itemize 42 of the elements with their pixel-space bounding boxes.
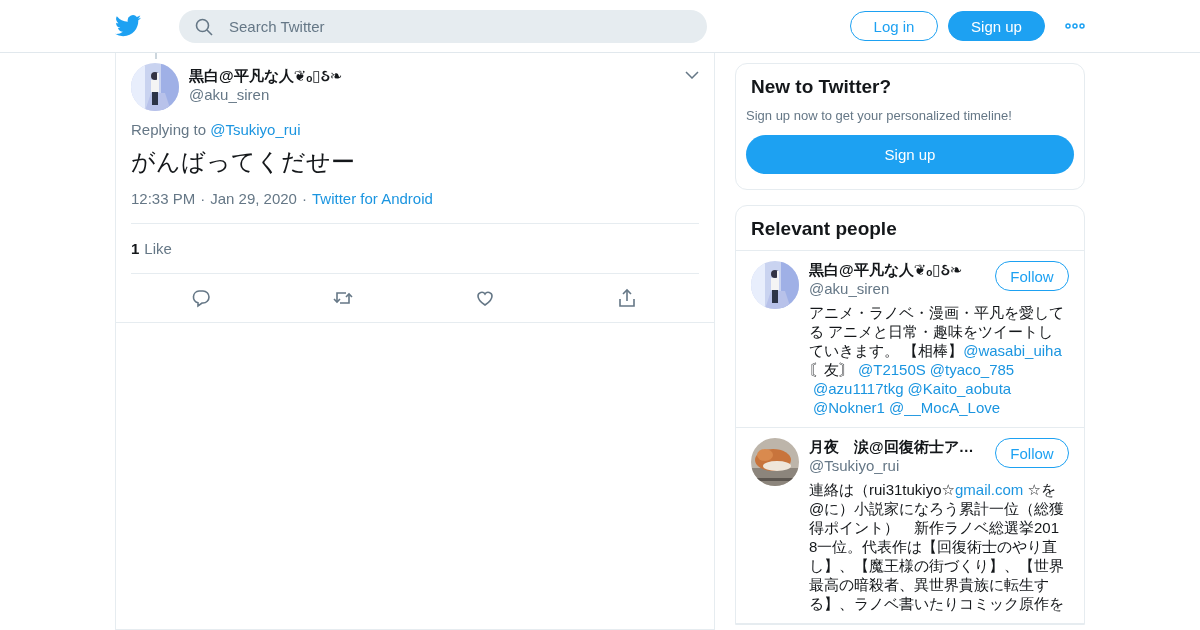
like-icon[interactable] xyxy=(475,288,495,308)
mention-link[interactable]: @T2150S xyxy=(858,361,926,378)
section-title: Relevant people xyxy=(736,206,1084,251)
mention-link[interactable]: @tyaco_785 xyxy=(929,361,1015,378)
mention-link[interactable]: gmail.com xyxy=(955,481,1024,498)
tweet-date: Jan 29, 2020 xyxy=(210,190,297,207)
mention-link[interactable]: @Kaito_aobuta xyxy=(907,380,1012,397)
search-field[interactable]: Search Twitter xyxy=(179,9,707,43)
login-button[interactable]: Log in xyxy=(850,11,938,41)
share-icon[interactable] xyxy=(617,288,637,308)
replying-label: Replying to xyxy=(131,121,207,138)
mention-link[interactable]: @Tsukiyo_rui xyxy=(210,121,301,138)
card-subtitle: Sign up now to get your personalized timeline! xyxy=(746,108,1013,123)
mention-link[interactable]: @Nokner1 xyxy=(813,399,885,416)
display-name[interactable]: 月夜 涙@回復術士ア… xyxy=(809,438,987,456)
user-bio: アニメ・ラノベ・漫画・平凡を愛してる アニメと日常・趣味をツイートしていきます。 【相棒】@wasabi_uiha 〘友〙 @T2150S @tyaco_785 @azu1117tkg @Kaito_aobuta @Nokner1 @__MocA_Love xyxy=(809,303,1065,417)
user-handle: @aku_siren xyxy=(809,279,891,298)
signup-button[interactable]: Sign up xyxy=(746,135,1074,174)
card-title: New to Twitter? xyxy=(751,76,893,98)
signup-button[interactable]: Sign up xyxy=(948,11,1045,41)
follow-button[interactable]: Follow xyxy=(995,438,1069,468)
user-handle: @Tsukiyo_rui xyxy=(809,456,901,475)
source-link[interactable]: Twitter for Android xyxy=(311,190,433,207)
tweet-time[interactable]: 12:33 PM xyxy=(131,190,196,207)
like-label[interactable]: Like xyxy=(144,240,172,257)
separator-dot: · xyxy=(301,190,307,207)
like-count[interactable]: 1 xyxy=(131,240,140,257)
reply-icon[interactable] xyxy=(191,288,211,308)
mention-link[interactable]: @wasabi_uiha xyxy=(963,342,1062,359)
display-name[interactable]: 黒白@平凡な人❦ₒ▯ઠ❧ xyxy=(189,66,675,86)
follow-button[interactable]: Follow xyxy=(995,261,1069,291)
user-handle: @aku_siren xyxy=(189,86,271,104)
display-name[interactable]: 黒白@平凡な人❦ₒ▯ઠ❧ xyxy=(809,261,987,279)
bird-logo-icon[interactable] xyxy=(115,15,141,37)
tweet-text: がんばってくだせー xyxy=(131,147,356,177)
separator-dot: · xyxy=(200,190,206,207)
user-bio: 連絡は（rui31tukiyo☆gmail.com ☆を@に）小説家になろう累計一位（総獲得ポイント） 新作ラノベ総選挙2018一位。代表作は【回復術士のやり直し】、【魔王様の街づくり】、【世界最高の暗殺者、異世界貴族に転生する】、ラノベ書いたりコミック原作を xyxy=(809,480,1065,613)
mention-link[interactable]: @__MocA_Love xyxy=(888,399,1001,416)
search-icon xyxy=(195,17,213,36)
chevron-down-icon[interactable] xyxy=(685,71,699,79)
mention-link[interactable]: @azu1117tkg xyxy=(813,380,904,397)
more-icon[interactable] xyxy=(1065,23,1085,29)
